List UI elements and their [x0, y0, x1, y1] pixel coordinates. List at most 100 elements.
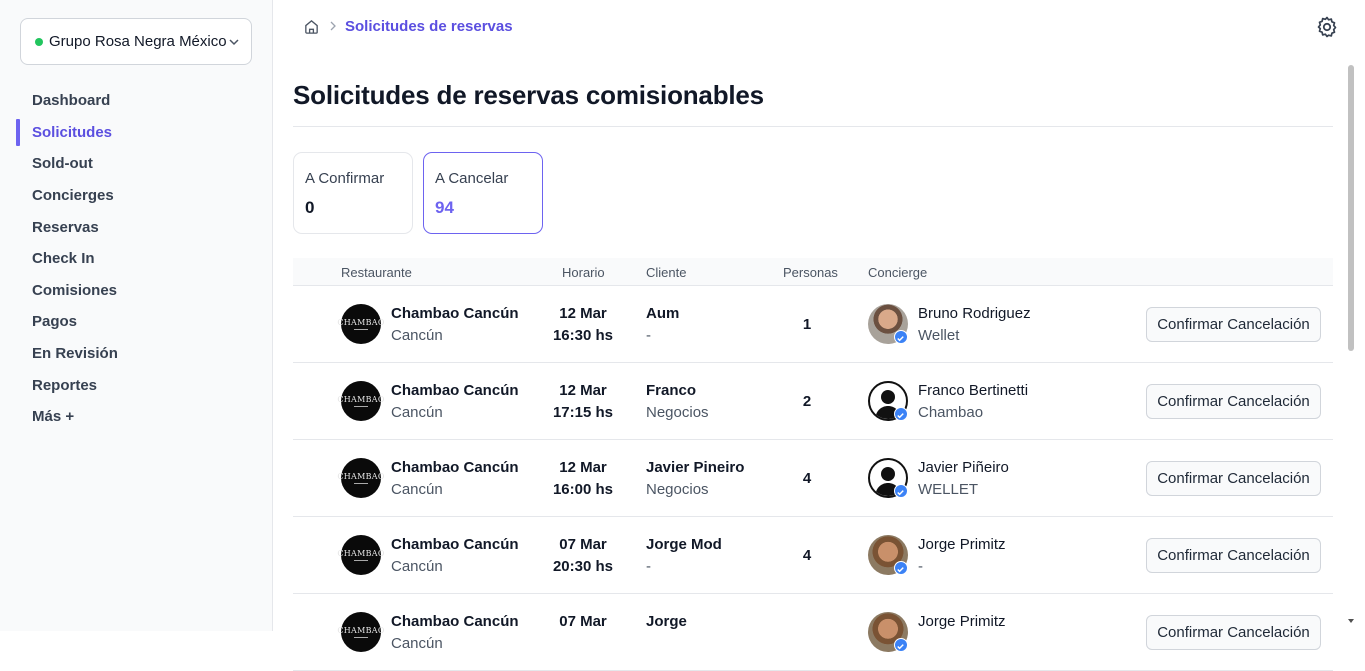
client-name: Franco [646, 382, 697, 399]
verified-check-icon [894, 330, 908, 344]
confirm-cancellation-button[interactable]: Confirmar Cancelación [1146, 615, 1321, 650]
org-selector[interactable]: Grupo Rosa Negra México [20, 18, 252, 65]
restaurant-logo: CHAMBAO [337, 458, 384, 498]
scrollbar[interactable] [1346, 65, 1356, 625]
reservation-date: 12 Mar [559, 305, 607, 322]
concierge-name: Franco Bertinetti [918, 382, 1029, 399]
sidebar-item-7[interactable]: Pagos [0, 306, 273, 338]
sidebar-item-2[interactable]: Sold-out [0, 148, 273, 180]
verified-check-icon [894, 484, 908, 498]
divider [293, 126, 1333, 127]
stat-value: 0 [305, 198, 315, 217]
home-icon[interactable] [303, 18, 320, 35]
logo-text: CHAMBAO [337, 549, 385, 558]
restaurant-name: Chambao Cancún [391, 536, 519, 553]
logo-underline [354, 560, 368, 561]
table-row: CHAMBAO Chambao Cancún Cancún 12 Mar 17:15 h… [293, 363, 1333, 440]
client-name: Jorge Mod [646, 536, 722, 553]
sidebar-item-8[interactable]: En Revisión [0, 338, 273, 370]
stat-label: A Cancelar [435, 170, 509, 187]
main-content: Solicitudes de reservas Solicitudes de r… [273, 0, 1365, 671]
concierge-name: Bruno Rodriguez [918, 305, 1031, 322]
sidebar-item-4[interactable]: Reservas [0, 211, 273, 243]
table-row: CHAMBAO Chambao Cancún Cancún 12 Mar 16:30 h… [293, 286, 1333, 363]
gear-icon[interactable] [1315, 15, 1339, 39]
logo-underline [354, 406, 368, 407]
reservation-date: 07 Mar [559, 613, 607, 630]
table-row: CHAMBAO Chambao Cancún Cancún 12 Mar 16:00 h… [293, 440, 1333, 517]
reservation-time: 20:30 hs [552, 558, 614, 575]
sidebar-item-5[interactable]: Check In [0, 243, 273, 275]
stat-card-a-cancelar[interactable]: A Cancelar 94 [423, 152, 543, 234]
breadcrumb-current[interactable]: Solicitudes de reservas [345, 18, 513, 35]
client-type: Negocios [646, 481, 709, 498]
stat-card-a-confirmar[interactable]: A Confirmar 0 [293, 152, 413, 234]
persons-count: 1 [802, 316, 812, 333]
client-name: Jorge [646, 613, 687, 630]
reservation-date: 12 Mar [559, 382, 607, 399]
persons-count: 4 [802, 470, 812, 487]
status-dot [35, 37, 43, 46]
page-title: Solicitudes de reservas comisionables [293, 80, 764, 110]
confirm-cancellation-button[interactable]: Confirmar Cancelación [1146, 538, 1321, 573]
logo-underline [354, 483, 368, 484]
stat-value: 94 [435, 198, 454, 217]
confirm-cancellation-button[interactable]: Confirmar Cancelación [1146, 384, 1321, 419]
sidebar-item-6[interactable]: Comisiones [0, 275, 273, 307]
sidebar-nav: Dashboard Solicitudes Sold-out Concierges Re… [0, 85, 273, 433]
logo-text: CHAMBAO [337, 472, 385, 481]
client-name: Javier Pineiro [646, 459, 745, 476]
restaurant-city: Cancún [391, 404, 443, 421]
reservation-date: 12 Mar [559, 459, 607, 476]
reservation-time: 16:00 hs [552, 481, 614, 498]
concierge-company: Chambao [918, 404, 984, 421]
column-header-concierge: Concierge [868, 265, 928, 280]
client-type: - [646, 327, 651, 344]
sidebar-item-9[interactable]: Reportes [0, 369, 273, 401]
concierge-company: - [918, 558, 923, 575]
chevron-down-icon [229, 38, 239, 45]
restaurant-name: Chambao Cancún [391, 382, 519, 399]
logo-underline [354, 637, 368, 638]
sidebar-item-3[interactable]: Concierges [0, 180, 273, 212]
verified-check-icon [894, 561, 908, 575]
client-type: - [646, 558, 651, 575]
scrollbar-thumb[interactable] [1348, 65, 1354, 351]
reservation-date: 07 Mar [559, 536, 607, 553]
table-header: Restaurante Horario Cliente Personas Con… [293, 258, 1333, 286]
concierge-name: Jorge Primitz [918, 613, 1006, 630]
logo-text: CHAMBAO [337, 395, 385, 404]
table-row: CHAMBAO Chambao Cancún Cancún 07 Mar Jorge Jo… [293, 594, 1333, 671]
table-body: CHAMBAO Chambao Cancún Cancún 12 Mar 16:30 h… [293, 286, 1333, 671]
restaurant-city: Cancún [391, 481, 443, 498]
chevron-right-icon [330, 21, 336, 31]
topbar: Solicitudes de reservas [273, 0, 1365, 55]
confirm-cancellation-button[interactable]: Confirmar Cancelación [1146, 461, 1321, 496]
scroll-down-arrow-icon[interactable] [1347, 617, 1355, 625]
restaurant-logo: CHAMBAO [337, 612, 384, 652]
sidebar-item-0[interactable]: Dashboard [0, 85, 273, 117]
restaurant-name: Chambao Cancún [391, 459, 519, 476]
restaurant-city: Cancún [391, 558, 443, 575]
column-header-horario: Horario [562, 265, 605, 280]
client-type: Negocios [646, 404, 709, 421]
confirm-cancellation-button[interactable]: Confirmar Cancelación [1146, 307, 1321, 342]
column-header-cliente: Cliente [646, 265, 687, 280]
concierge-company: WELLET [918, 481, 979, 498]
restaurant-logo: CHAMBAO [337, 304, 384, 344]
sidebar-item-1[interactable]: Solicitudes [0, 117, 273, 149]
restaurant-logo: CHAMBAO [337, 535, 384, 575]
restaurant-logo: CHAMBAO [337, 381, 384, 421]
table-row: CHAMBAO Chambao Cancún Cancún 07 Mar 20:30 h… [293, 517, 1333, 594]
restaurant-name: Chambao Cancún [391, 613, 519, 630]
concierge-name: Javier Piñeiro [918, 459, 1009, 476]
verified-check-icon [894, 407, 908, 421]
client-name: Aum [646, 305, 680, 322]
persons-count: 2 [802, 393, 812, 410]
column-header-personas: Personas [783, 265, 838, 280]
reservation-time: 16:30 hs [552, 327, 614, 344]
sidebar-item-10[interactable]: Más + [0, 401, 273, 433]
concierge-company: Wellet [918, 327, 960, 344]
reservation-time: 17:15 hs [552, 404, 614, 421]
requests-table: Restaurante Horario Cliente Personas Con… [293, 258, 1333, 671]
